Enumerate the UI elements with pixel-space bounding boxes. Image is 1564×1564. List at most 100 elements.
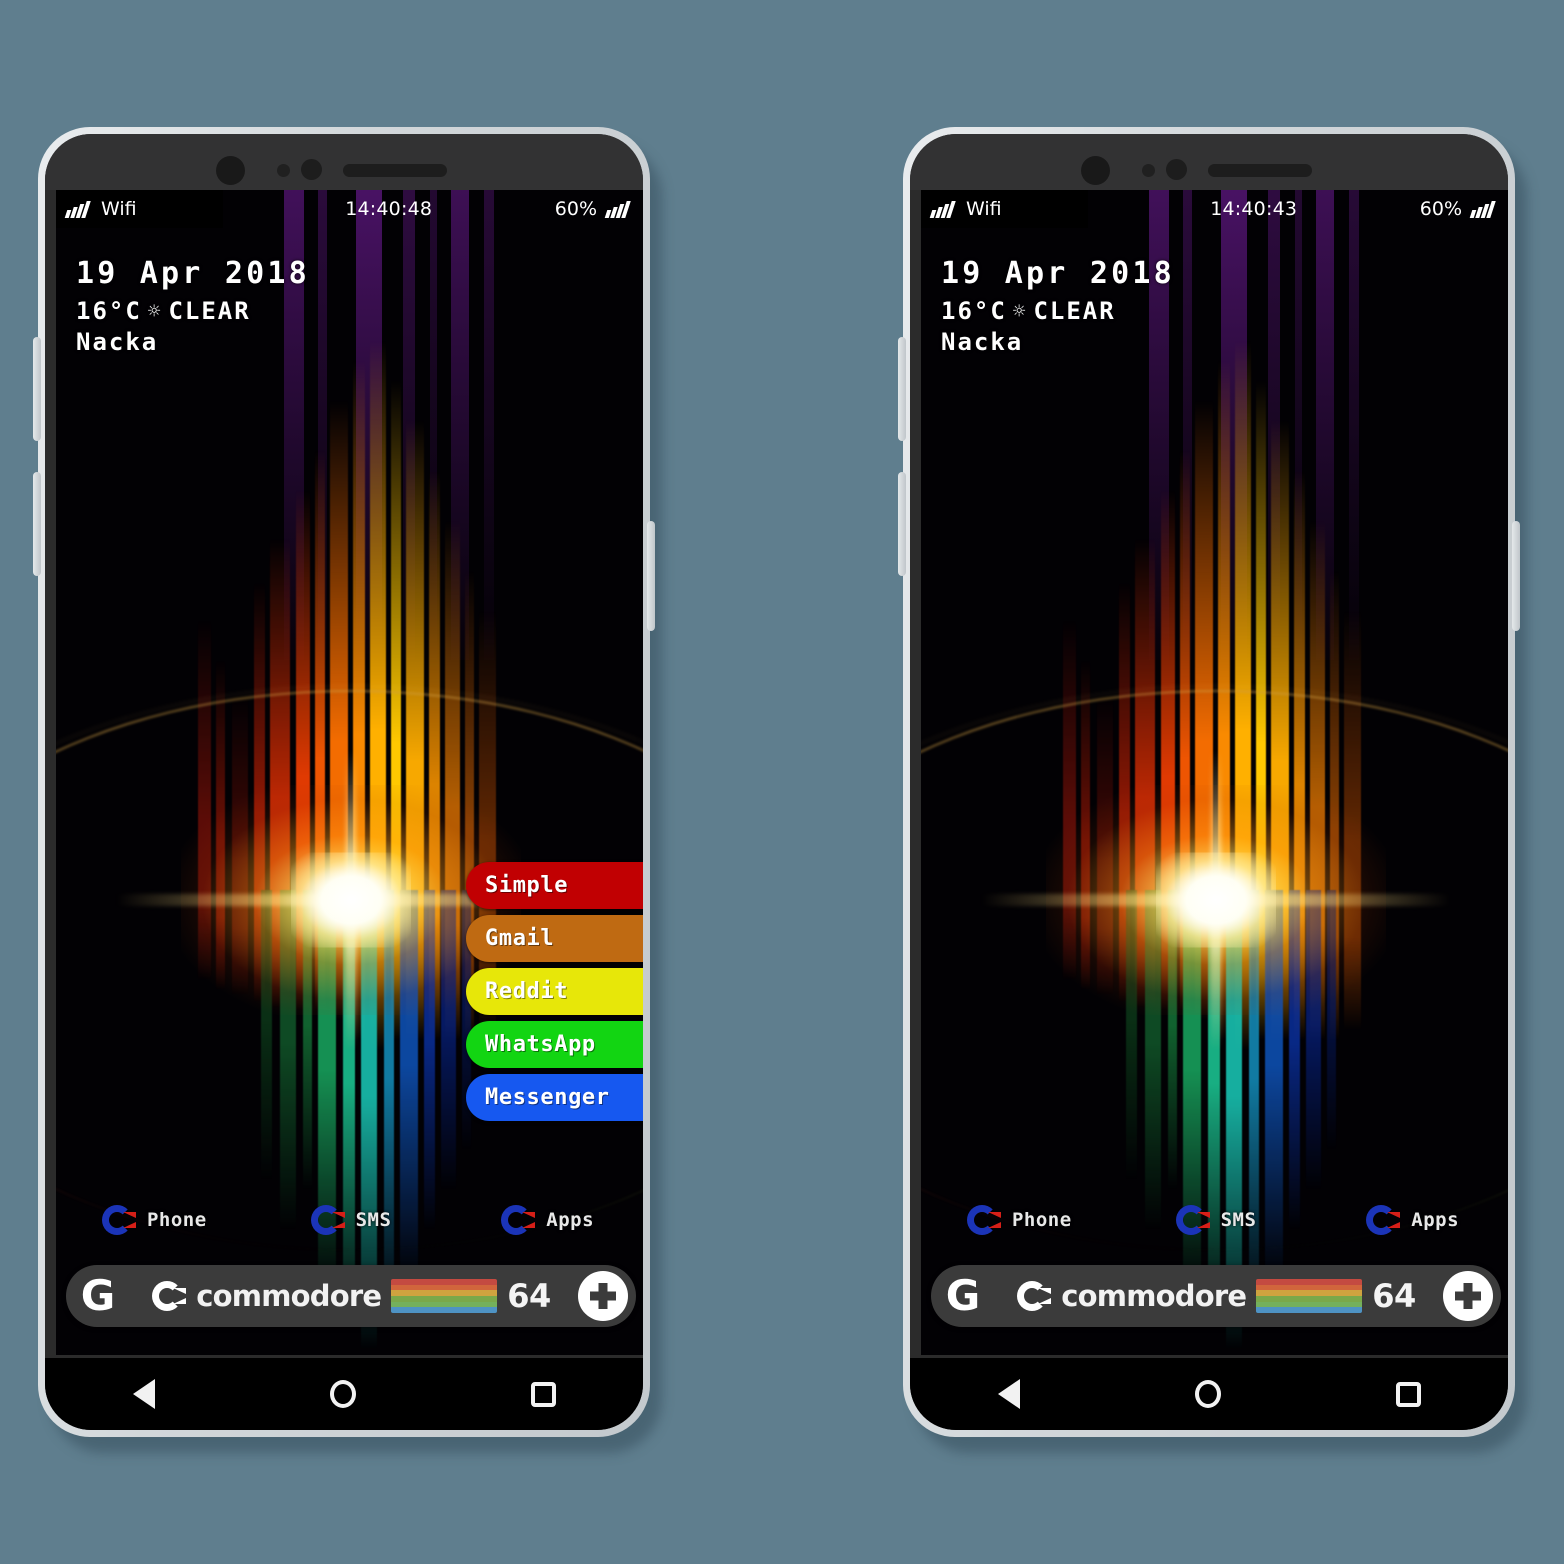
search-bar[interactable]: Gcommodore 64 [66,1265,636,1327]
commodore-logo-icon [501,1205,536,1235]
navigation-bar [910,1358,1508,1430]
commodore-chevron-bottom [987,1222,1001,1228]
wallpaper [921,190,1508,1355]
wallpaper-glow-core [291,852,411,948]
commodore-c-arc [152,1281,183,1311]
search-bar[interactable]: Gcommodore 64 [931,1265,1501,1327]
widget-temperature: 16°C [941,297,1007,325]
battery-bars-icon [1469,200,1497,218]
commodore-chevron-bottom [1387,1222,1401,1228]
phone-power-button[interactable] [647,521,655,631]
commodore-c-arc [101,1205,132,1235]
dock: Phone SMS Apps [921,1190,1508,1250]
back-triangle-icon[interactable] [997,1379,1020,1409]
dock-item-phone[interactable]: Phone [56,1190,253,1250]
navigation-bar [45,1358,643,1430]
commodore-rainbow-stripes [1256,1279,1363,1313]
phone-vol-up-button[interactable] [898,337,906,441]
battery-percent-label: 60% [554,198,597,220]
clock-weather-widget[interactable]: 19 Apr 2018 16°C ☼ CLEAR Nacka [76,256,310,356]
home-circle-icon[interactable] [329,1380,356,1408]
widget-weather: 16°C ☼ CLEAR [76,297,310,325]
commodore-chevron-top [987,1212,1001,1218]
brand-text: commodore [196,1279,382,1313]
phone-top-bezel [910,134,1508,190]
phone-vol-up-button[interactable] [33,337,41,441]
battery-percent-label: 60% [1419,198,1462,220]
phone-vol-down-button[interactable] [898,472,906,576]
brand-text: commodore [1061,1279,1247,1313]
commodore-c-arc [1175,1205,1206,1235]
status-bar: Wifi 14:40:43 60% [921,190,1508,228]
commodore-c-arc [966,1205,997,1235]
commodore-chevron-top [522,1212,536,1218]
commodore-logo-icon [152,1281,187,1311]
search-bar-brand: commodore 64 [125,1277,578,1315]
phone-vol-down-button[interactable] [33,472,41,576]
back-triangle-icon[interactable] [132,1379,155,1409]
sun-icon: ☼ [1012,299,1028,323]
app-pill-whatsapp[interactable]: WhatsApp [466,1021,643,1068]
commodore-logo-icon [966,1205,1001,1235]
app-pill-messenger[interactable]: Messenger [466,1074,643,1121]
commodore-c-arc [310,1205,341,1235]
dock-item-label: Phone [1011,1209,1072,1231]
widget-temperature: 16°C [76,297,142,325]
app-pill-gmail[interactable]: Gmail [466,915,643,962]
commodore-c-arc [1366,1205,1397,1235]
app-pill-label: Reddit [485,979,569,1004]
commodore-chevron-top [331,1212,345,1218]
dock-item-label: SMS [1220,1209,1257,1231]
commodore-c-arc [1017,1281,1048,1311]
model-text: 64 [507,1277,551,1315]
commodore-chevron-bottom [1038,1298,1052,1304]
widget-condition: CLEAR [168,297,251,325]
status-bar-clock: 14:40:48 [345,198,433,220]
signal-bars-icon [64,200,92,218]
app-pill-simple[interactable]: Simple [466,862,643,909]
google-logo-icon[interactable]: G [936,1269,990,1323]
commodore-rainbow-stripes [391,1279,498,1313]
phone-body: Wifi 14:40:48 60% 19 Apr 2018 16°C ☼ CLEAR Nack… [45,134,643,1430]
phone-screen: Wifi 14:40:43 60% 19 Apr 2018 16°C ☼ CLEAR Nack… [921,190,1508,1355]
app-pill-label: Gmail [485,926,555,951]
sun-icon: ☼ [147,299,163,323]
clock-weather-widget[interactable]: 19 Apr 2018 16°C ☼ CLEAR Nacka [941,256,1175,356]
commodore-logo-icon [101,1205,136,1235]
google-logo-icon[interactable]: G [71,1269,125,1323]
light-sensor-icon [301,159,322,180]
commodore-chevron-bottom [173,1298,187,1304]
commodore-chevron-top [122,1212,136,1218]
dock-item-sms[interactable]: SMS [253,1190,450,1250]
dock-item-label: Phone [146,1209,207,1231]
dock-item-apps[interactable]: Apps [1314,1190,1508,1250]
widget-weather: 16°C ☼ CLEAR [941,297,1175,325]
front-camera-icon [216,156,245,185]
widget-city: Nacka [941,328,1024,356]
home-circle-icon[interactable] [1194,1380,1221,1408]
commodore-chevron-top [1196,1212,1210,1218]
dock-item-label: SMS [355,1209,392,1231]
phone-power-button[interactable] [1512,521,1520,631]
commodore-chevron-top [173,1288,187,1294]
recents-square-icon[interactable] [1395,1381,1421,1407]
status-bar-right: 60% [555,198,643,220]
plus-icon[interactable] [578,1271,628,1321]
dock-item-apps[interactable]: Apps [449,1190,643,1250]
network-label: Wifi [101,198,137,220]
commodore-chevron-bottom [522,1222,536,1228]
phone-screen: Wifi 14:40:48 60% 19 Apr 2018 16°C ☼ CLEAR Nack… [56,190,643,1355]
app-pill-label: Messenger [485,1085,610,1110]
recents-square-icon[interactable] [530,1381,556,1407]
dock-item-sms[interactable]: SMS [1118,1190,1315,1250]
plus-icon[interactable] [1443,1271,1493,1321]
earpiece-speaker [343,164,447,177]
widget-condition: CLEAR [1033,297,1116,325]
status-bar-left: Wifi [56,190,223,228]
commodore-logo-icon [1366,1205,1401,1235]
app-pill-reddit[interactable]: Reddit [466,968,643,1015]
app-shortcut-list: Simple Gmail Reddit WhatsApp Messenger [466,862,643,1127]
commodore-logo-icon [1175,1205,1210,1235]
dock-item-phone[interactable]: Phone [921,1190,1118,1250]
network-label: Wifi [966,198,1002,220]
